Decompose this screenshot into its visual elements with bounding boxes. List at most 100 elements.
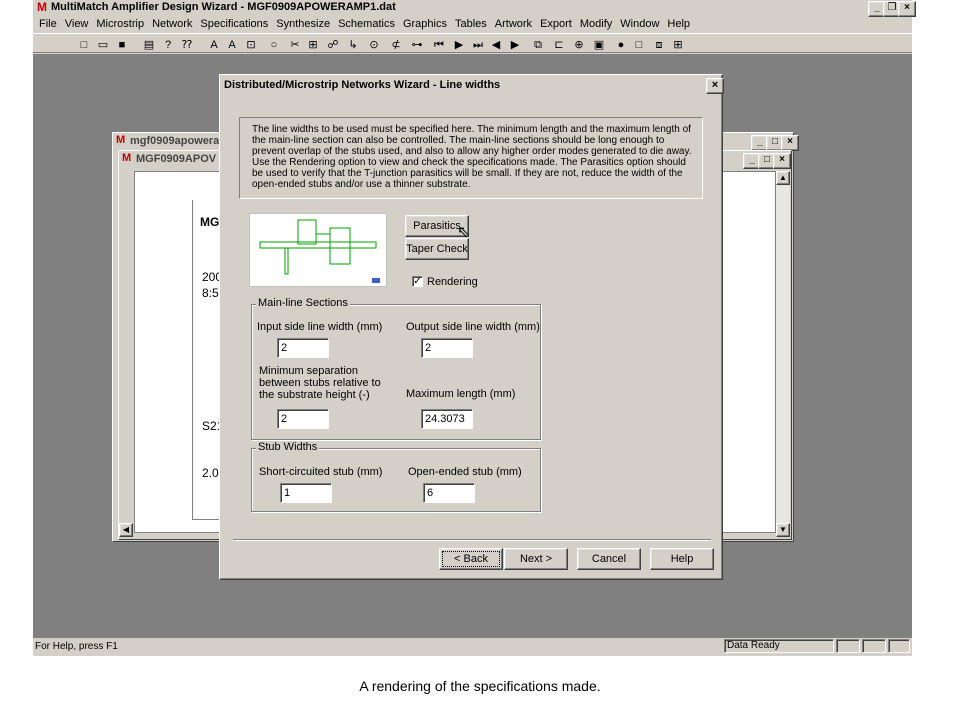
save-icon[interactable]: ■ bbox=[114, 38, 130, 52]
wizard-dialog: Distributed/Microstrip Networks Wizard -… bbox=[219, 74, 724, 580]
dialog-title-bar: Distributed/Microstrip Networks Wizard -… bbox=[222, 77, 724, 94]
scissors-icon[interactable]: ✂ bbox=[287, 38, 303, 52]
copy-icon[interactable]: ⧉ bbox=[530, 38, 546, 52]
tree-icon[interactable]: ☍ bbox=[325, 38, 341, 52]
app-logo-icon: M bbox=[37, 0, 47, 14]
ring-icon[interactable]: ● bbox=[613, 38, 629, 52]
stack-icon[interactable]: ⧈ bbox=[651, 38, 667, 52]
menu-microstrip[interactable]: Microstrip bbox=[92, 16, 148, 32]
open-folder-icon[interactable]: ▭ bbox=[95, 38, 111, 52]
dialog-close-button[interactable]: × bbox=[706, 78, 724, 94]
menu-window[interactable]: Window bbox=[616, 16, 663, 32]
probe-icon[interactable]: ⊄ bbox=[388, 38, 404, 52]
menu-synthesize[interactable]: Synthesize bbox=[272, 16, 334, 32]
context-help-icon[interactable]: ⁇ bbox=[179, 38, 195, 52]
scroll-up-button[interactable]: ▲ bbox=[776, 171, 790, 185]
input-width-field[interactable]: 2 bbox=[277, 338, 329, 358]
next-button[interactable]: Next > bbox=[504, 548, 568, 570]
output-width-label: Output side line width (mm) bbox=[406, 321, 540, 333]
taper-check-button[interactable]: Taper Check bbox=[405, 238, 469, 260]
last-icon[interactable]: ⏭ bbox=[470, 38, 486, 52]
stub-widths-group-label: Stub Widths bbox=[256, 441, 320, 453]
frame-icon[interactable]: ⊡ bbox=[243, 38, 259, 52]
rendering-preview bbox=[249, 213, 387, 287]
back-button[interactable]: < Back bbox=[439, 548, 503, 570]
first-icon[interactable]: ⏮ bbox=[431, 38, 447, 52]
menu-specifications[interactable]: Specifications bbox=[196, 16, 272, 32]
max-length-field[interactable]: 24.3073 bbox=[421, 409, 473, 429]
vertical-scrollbar[interactable]: ▲ ▼ bbox=[776, 171, 790, 537]
max-length-label: Maximum length (mm) bbox=[406, 388, 516, 400]
status-help-text: For Help, press F1 bbox=[35, 641, 118, 652]
menu-help[interactable]: Help bbox=[663, 16, 694, 32]
mdi-inner-title: MGF0909APOV bbox=[136, 153, 217, 165]
render-icon bbox=[372, 278, 380, 283]
status-data-ready: Data Ready bbox=[724, 639, 834, 653]
menu-file[interactable]: File bbox=[35, 16, 61, 32]
grid-icon[interactable]: ⊞ bbox=[670, 38, 686, 52]
new-file-icon[interactable]: □ bbox=[76, 38, 92, 52]
component-icon[interactable]: ⊕ bbox=[571, 38, 587, 52]
dialog-title: Distributed/Microstrip Networks Wizard -… bbox=[224, 79, 501, 91]
description-box: The line widths to be used must be speci… bbox=[239, 117, 703, 199]
switch-icon[interactable]: ⊶ bbox=[409, 38, 425, 52]
open-stub-field[interactable]: 6 bbox=[423, 483, 475, 503]
render-stub-open bbox=[329, 227, 351, 265]
wire-icon[interactable]: ↳ bbox=[345, 38, 361, 52]
mdi-inner-close-button[interactable]: × bbox=[773, 153, 791, 169]
menu-schematics[interactable]: Schematics bbox=[334, 16, 399, 32]
rendering-label: Rendering bbox=[427, 276, 478, 288]
square-icon[interactable]: □ bbox=[631, 38, 647, 52]
network-icon[interactable]: ⊞ bbox=[305, 38, 321, 52]
render-stub-short bbox=[297, 219, 317, 245]
render-main-line bbox=[259, 241, 377, 249]
input-width-label: Input side line width (mm) bbox=[257, 321, 383, 333]
rendering-checkbox[interactable]: ✓ bbox=[412, 276, 423, 287]
button-separator bbox=[233, 539, 711, 541]
close-button[interactable]: × bbox=[898, 1, 916, 17]
menu-graphics[interactable]: Graphics bbox=[399, 16, 451, 32]
short-stub-field[interactable]: 1 bbox=[280, 483, 332, 503]
microstrip-rendering bbox=[259, 219, 380, 283]
print-icon[interactable]: ▤ bbox=[141, 38, 157, 52]
short-stub-label: Short-circuited stub (mm) bbox=[259, 466, 383, 478]
scroll-down-button[interactable]: ▼ bbox=[776, 523, 790, 537]
render-stub-down bbox=[284, 247, 289, 275]
play-icon[interactable]: ▶ bbox=[451, 38, 467, 52]
status-cell-1 bbox=[836, 639, 860, 653]
menu-artwork[interactable]: Artwork bbox=[491, 16, 536, 32]
bracket-icon[interactable]: ⊏ bbox=[551, 38, 567, 52]
cancel-button[interactable]: Cancel bbox=[577, 548, 641, 570]
status-cell-2 bbox=[862, 639, 886, 653]
figure-caption: A rendering of the specifications made. bbox=[359, 678, 601, 694]
app-title: MultiMatch Amplifier Design Wizard - MGF… bbox=[51, 1, 396, 13]
cursor-b-icon[interactable]: A bbox=[224, 38, 240, 52]
open-stub-label: Open-ended stub (mm) bbox=[408, 466, 522, 478]
status-cell-3 bbox=[888, 639, 910, 653]
mdi-inner-logo-icon: M bbox=[122, 152, 132, 164]
status-bar: For Help, press F1 Data Ready bbox=[33, 638, 912, 656]
help-icon[interactable]: ? bbox=[160, 38, 176, 52]
menu-modify[interactable]: Modify bbox=[576, 16, 616, 32]
mdi-outer-title: mgf0909apowerar bbox=[130, 135, 224, 147]
min-separation-label: Minimum separation between stubs relativ… bbox=[259, 365, 381, 401]
circle-icon[interactable]: ○ bbox=[266, 38, 282, 52]
description-text: The line widths to be used must be speci… bbox=[252, 124, 692, 190]
prev-icon[interactable]: ◀ bbox=[488, 38, 504, 52]
panel-icon[interactable]: ▣ bbox=[591, 38, 607, 52]
min-separation-field[interactable]: 2 bbox=[277, 409, 329, 429]
menu-network[interactable]: Network bbox=[148, 16, 196, 32]
cursor-a-icon[interactable]: A bbox=[206, 38, 222, 52]
main-line-group-label: Main-line Sections bbox=[256, 297, 350, 309]
menu-view[interactable]: View bbox=[61, 16, 93, 32]
scroll-left-button[interactable]: ◀ bbox=[119, 523, 133, 537]
target-icon[interactable]: ⊙ bbox=[366, 38, 382, 52]
mdi-outer-logo-icon: M bbox=[116, 134, 126, 146]
help-button[interactable]: Help bbox=[650, 548, 714, 570]
menu-bar: File View Microstrip Network Specifications S… bbox=[35, 16, 905, 32]
mdi-outer-close-button[interactable]: × bbox=[781, 135, 799, 151]
output-width-field[interactable]: 2 bbox=[421, 338, 473, 358]
menu-tables[interactable]: Tables bbox=[451, 16, 491, 32]
next-icon[interactable]: ▶ bbox=[507, 38, 523, 52]
menu-export[interactable]: Export bbox=[536, 16, 576, 32]
